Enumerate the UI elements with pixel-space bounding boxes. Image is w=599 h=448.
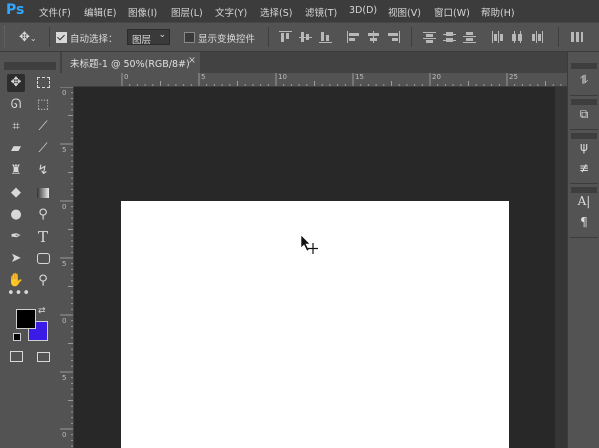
eraser-icon[interactable]: ◆ [7, 184, 25, 202]
distribute-bottom-icon[interactable] [463, 31, 476, 43]
align-vcenter-icon[interactable] [299, 31, 312, 43]
auto-select-target-dropdown[interactable]: 图层 ⌄ [127, 29, 170, 46]
panel-group-header[interactable] [571, 63, 597, 69]
options-bar-grip[interactable] [4, 26, 8, 48]
brush-icon[interactable]: ⟋ [34, 140, 52, 158]
options-separator [411, 27, 412, 47]
menu-image[interactable]: 图像(I) [128, 5, 157, 19]
menu-view[interactable]: 视图(V) [388, 5, 421, 19]
move-icon[interactable]: ✥ [7, 74, 25, 92]
ruler-label: 10 [278, 73, 287, 81]
menu-3d[interactable]: 3D(D) [349, 5, 377, 16]
options-separator [49, 27, 50, 47]
stamp-icon[interactable]: ♜ [7, 162, 25, 180]
menu-edit[interactable]: 编辑(E) [84, 5, 116, 19]
panel-separator [570, 95, 598, 96]
options-separator [558, 27, 559, 47]
auto-select-checkbox[interactable] [56, 32, 67, 43]
menu-window[interactable]: 窗口(W) [434, 5, 470, 19]
healing-icon[interactable]: ▰ [7, 140, 25, 158]
distribute-right-icon[interactable] [531, 31, 544, 43]
shape-icon[interactable] [34, 250, 52, 268]
more-icon[interactable]: ••• [7, 285, 30, 303]
align-top-icon[interactable] [279, 31, 292, 43]
history-panel-icon[interactable]: ⥮ [574, 70, 594, 90]
align-bottom-icon[interactable] [319, 31, 332, 43]
ruler-label: 0 [62, 89, 67, 97]
type-icon[interactable]: T [34, 228, 52, 246]
ruler-label: 5 [62, 146, 67, 154]
ruler-label: 5 [62, 260, 67, 268]
ruler-origin[interactable] [60, 73, 74, 87]
show-transform-checkbox[interactable] [184, 32, 195, 43]
foreground-color-swatch[interactable] [16, 309, 36, 329]
show-transform-label: 显示变换控件 [198, 34, 256, 45]
align-left-icon[interactable] [347, 31, 360, 43]
move-tool-preset-icon[interactable]: ✥⌄ [19, 30, 41, 45]
ruler-label: 5 [201, 73, 206, 81]
history-brush-icon[interactable]: ↯ [34, 162, 52, 180]
crop-icon[interactable]: ⌗ [7, 118, 25, 136]
auto-select-label: 自动选择： [70, 34, 118, 45]
menu-help[interactable]: 帮助(H) [481, 5, 515, 19]
horizontal-ruler-ticks [121, 73, 562, 86]
ruler-label: 0 [62, 431, 67, 439]
document-tab-title: 未标题-1 @ 50%(RGB/8#) [70, 59, 190, 70]
menu-layer[interactable]: 图层(L) [171, 5, 203, 19]
ruler-label: 15 [355, 73, 364, 81]
ruler-label: 0 [62, 203, 67, 211]
align-hcenter-icon[interactable] [367, 31, 380, 43]
swap-colors-icon[interactable]: ⇄ [38, 306, 46, 316]
vertical-scrollbar[interactable] [555, 87, 567, 448]
pen-icon[interactable]: ✒ [7, 228, 25, 246]
options-separator [268, 27, 269, 47]
horizontal-ruler[interactable]: 0 5 10 15 20 25 [74, 73, 567, 87]
paragraph-panel-icon[interactable]: ¶ [574, 212, 594, 232]
screen-mode-icon[interactable] [34, 348, 52, 366]
ruler-label: 0 [62, 317, 67, 325]
path-select-icon[interactable]: ➤ [7, 250, 25, 268]
menu-filter[interactable]: 滤镜(T) [305, 5, 337, 19]
align-right-icon[interactable] [387, 31, 400, 43]
dodge-icon[interactable]: ⚲ [34, 206, 52, 224]
panel-separator [570, 183, 598, 184]
chevron-down-icon: ⌄ [158, 30, 166, 40]
menu-type[interactable]: 文字(Y) [215, 5, 247, 19]
character-panel-icon[interactable]: A| [574, 191, 594, 211]
auto-align-layers-icon[interactable] [570, 31, 583, 43]
distribute-vcenter-icon[interactable] [443, 31, 456, 43]
distribute-left-icon[interactable] [491, 31, 504, 43]
menu-select[interactable]: 选择(S) [260, 5, 292, 19]
brushes-panel-icon[interactable]: ψ [574, 137, 594, 157]
blur-icon[interactable]: ● [7, 206, 25, 224]
close-icon[interactable]: × [188, 55, 196, 66]
zoom-icon[interactable]: ⚲ [34, 272, 52, 290]
move-cursor-icon [300, 234, 318, 254]
adjustments-panel-icon[interactable]: ≢ [574, 158, 594, 178]
tools-panel-header[interactable] [4, 62, 56, 70]
document-tab[interactable]: 未标题-1 @ 50%(RGB/8#) × [62, 52, 200, 73]
menu-file[interactable]: 文件(F) [39, 5, 71, 19]
ruler-label: 5 [62, 374, 67, 382]
ruler-label: 20 [432, 73, 441, 81]
default-colors-icon[interactable] [13, 333, 21, 341]
quick-select-icon[interactable]: ⬚ [34, 96, 52, 114]
ruler-label: 0 [124, 73, 129, 81]
distribute-top-icon[interactable] [423, 31, 436, 43]
marquee-icon[interactable] [34, 74, 52, 92]
panel-separator [570, 129, 598, 130]
quick-mask-icon[interactable] [7, 348, 25, 366]
distribute-hcenter-icon[interactable] [511, 31, 524, 43]
vertical-ruler[interactable]: 0 5 0 5 0 5 0 [60, 87, 74, 448]
dropdown-value: 图层 [132, 35, 152, 46]
gradient-icon[interactable] [34, 184, 52, 202]
panel-separator [570, 237, 598, 238]
lasso-icon[interactable]: ᘏ [7, 96, 25, 114]
photoshop-logo[interactable]: Ps [6, 2, 24, 18]
ruler-label: 25 [509, 73, 518, 81]
eyedropper-icon[interactable]: ⟋ [34, 118, 52, 136]
properties-panel-icon[interactable]: ⧉ [574, 104, 594, 124]
